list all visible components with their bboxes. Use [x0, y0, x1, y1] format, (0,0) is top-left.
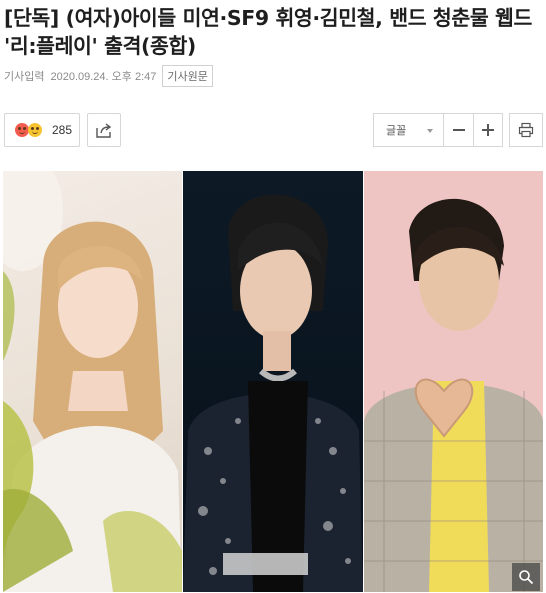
zoom-in-button[interactable] — [473, 113, 503, 147]
article-date: 2020.09.24. 오후 2:47 — [50, 71, 157, 83]
article-photo[interactable] — [3, 171, 543, 592]
share-button[interactable] — [87, 113, 121, 147]
photo-panel-hwiyoung — [183, 171, 363, 592]
minus-icon — [452, 129, 465, 131]
reaction-button[interactable]: 285 — [4, 113, 80, 147]
magnify-icon — [519, 570, 534, 585]
meta-label: 기사입력 — [4, 71, 45, 83]
photo-zoom-button[interactable] — [512, 563, 540, 591]
photo-panel-miyeon — [3, 171, 182, 592]
portrait-graphic — [364, 171, 543, 592]
portrait-graphic — [3, 171, 182, 592]
original-article-button[interactable]: 기사원문 — [162, 65, 213, 87]
font-select-label: 글꼴 — [386, 125, 407, 137]
heart-eyes-emoji-icon — [15, 123, 29, 137]
article-toolbar: 285 글꼴 — [0, 113, 546, 147]
zoom-out-button[interactable] — [443, 113, 473, 147]
chevron-down-icon — [427, 129, 433, 133]
print-icon — [518, 122, 534, 138]
font-select[interactable]: 글꼴 — [373, 113, 443, 147]
article-headline: [단독] (여자)아이들 미연·SF9 휘영·김민철, 밴드 청춘물 웹드 '리… — [4, 6, 532, 58]
plus-icon — [482, 125, 494, 135]
article-meta: 기사입력 2020.09.24. 오후 2:47 기사원문 — [4, 65, 213, 87]
reaction-count: 285 — [52, 123, 73, 137]
smile-emoji-icon — [28, 123, 42, 137]
photo-panel-kim-mincheol — [364, 171, 543, 592]
portrait-graphic — [183, 194, 363, 592]
share-icon — [96, 123, 112, 138]
print-button[interactable] — [509, 113, 543, 147]
